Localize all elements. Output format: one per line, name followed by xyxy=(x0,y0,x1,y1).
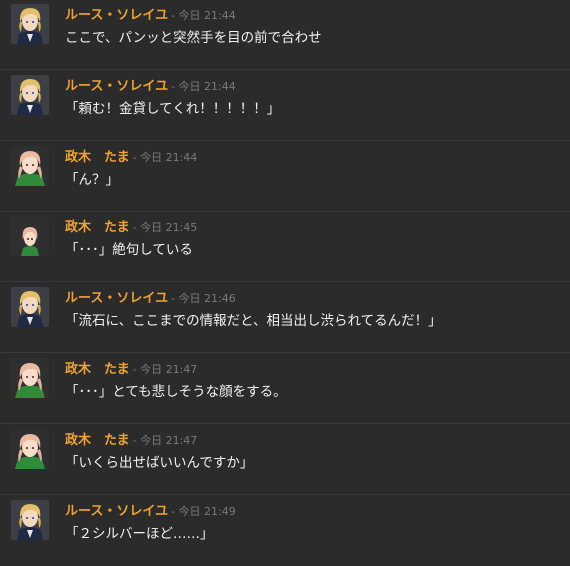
message-timestamp: - 今日 21:47 xyxy=(132,433,198,447)
avatar[interactable] xyxy=(11,74,49,115)
author-name[interactable]: 政木 たま xyxy=(65,362,130,377)
avatar-image xyxy=(11,499,49,540)
message-timestamp: - 今日 21:47 xyxy=(132,363,198,376)
chat-message: 政木 たま - 今日 21:47 「いくら出せばいいんですか」 xyxy=(0,425,570,495)
avatar-image xyxy=(11,145,49,186)
message-header: 政木 たま - 今日 21:44 xyxy=(65,146,197,165)
chat-message: 政木 たま - 今日 21:47 「･･･」とても悲しそうな顔をする。 xyxy=(0,354,570,424)
message-text: 「頼む！金貸してくれ！！！！！」 xyxy=(65,100,281,117)
message-header: ルース・ソレイユ - 今日 21:49 xyxy=(65,500,236,519)
avatar-image xyxy=(11,4,49,44)
chat-message: ルース・ソレイユ - 今日 21:46 「流石に、ここまでの情報だと、相当出し渋ら… xyxy=(0,283,570,354)
message-text: ここで、パンッと突然手を目の前で合わせ xyxy=(65,30,322,46)
message-timestamp: - 今日 21:44 xyxy=(171,9,236,22)
author-name[interactable]: ルース・ソレイユ xyxy=(65,79,168,94)
message-header: 政木 たま - 今日 21:45 xyxy=(65,216,197,235)
author-name[interactable]: 政木 たま xyxy=(65,220,130,235)
author-name[interactable]: 政木 たま xyxy=(65,150,130,165)
message-timestamp: - 今日 21:45 xyxy=(132,221,198,235)
avatar-image xyxy=(11,287,49,328)
avatar-image xyxy=(11,428,49,469)
message-header: ルース・ソレイユ - 今日 21:44 xyxy=(65,4,236,23)
chat-message: 政木 たま - 今日 21:44 「ん？」 xyxy=(0,142,570,212)
chat-message: ルース・ソレイユ - 今日 21:49 「２シルバーほど……」 xyxy=(0,496,570,566)
message-header: 政木 たま - 今日 21:47 xyxy=(65,429,197,448)
message-text: 「･･･」とても悲しそうな顔をする。 xyxy=(65,384,287,400)
message-text: 「･･･」絶句している xyxy=(65,242,193,259)
avatar-image xyxy=(11,74,49,115)
message-text: 「いくら出せばいいんですか」 xyxy=(65,454,254,471)
avatar[interactable] xyxy=(11,4,49,44)
avatar[interactable] xyxy=(11,287,49,328)
message-text: 「流石に、ここまでの情報だと、相当出し渋られてるんだ！」 xyxy=(65,313,442,330)
message-timestamp: - 今日 21:46 xyxy=(171,292,236,306)
chat-message: ルース・ソレイユ - 今日 21:44 「頼む！金貸してくれ！！！！！」 xyxy=(0,71,570,141)
message-text: 「ん？」 xyxy=(65,171,119,188)
message-timestamp: - 今日 21:44 xyxy=(171,79,236,93)
author-name[interactable]: ルース・ソレイユ xyxy=(65,291,168,306)
author-name[interactable]: 政木 たま xyxy=(65,433,130,448)
message-header: ルース・ソレイユ - 今日 21:46 xyxy=(65,287,236,306)
avatar[interactable] xyxy=(11,428,49,469)
chat-message: ルース・ソレイユ - 今日 21:44 ここで、パンッと突然手を目の前で合わせ xyxy=(0,0,570,70)
avatar[interactable] xyxy=(11,358,49,398)
message-text: 「２シルバーほど……」 xyxy=(65,525,214,542)
avatar-image xyxy=(11,216,49,257)
message-header: 政木 たま - 今日 21:47 xyxy=(65,358,197,377)
avatar[interactable] xyxy=(11,216,49,257)
avatar[interactable] xyxy=(11,499,49,540)
chat-message: 政木 たま - 今日 21:45 「･･･」絶句している xyxy=(0,212,570,283)
message-header: ルース・ソレイユ - 今日 21:44 xyxy=(65,75,236,94)
message-timestamp: - 今日 21:44 xyxy=(132,150,198,164)
author-name[interactable]: ルース・ソレイユ xyxy=(65,8,168,23)
avatar[interactable] xyxy=(11,145,49,186)
avatar-image xyxy=(11,358,49,398)
message-timestamp: - 今日 21:49 xyxy=(171,504,236,518)
chat-log: ルース・ソレイユ - 今日 21:44 ここで、パンッと突然手を目の前で合わせ ル… xyxy=(0,0,570,551)
author-name[interactable]: ルース・ソレイユ xyxy=(65,504,168,519)
